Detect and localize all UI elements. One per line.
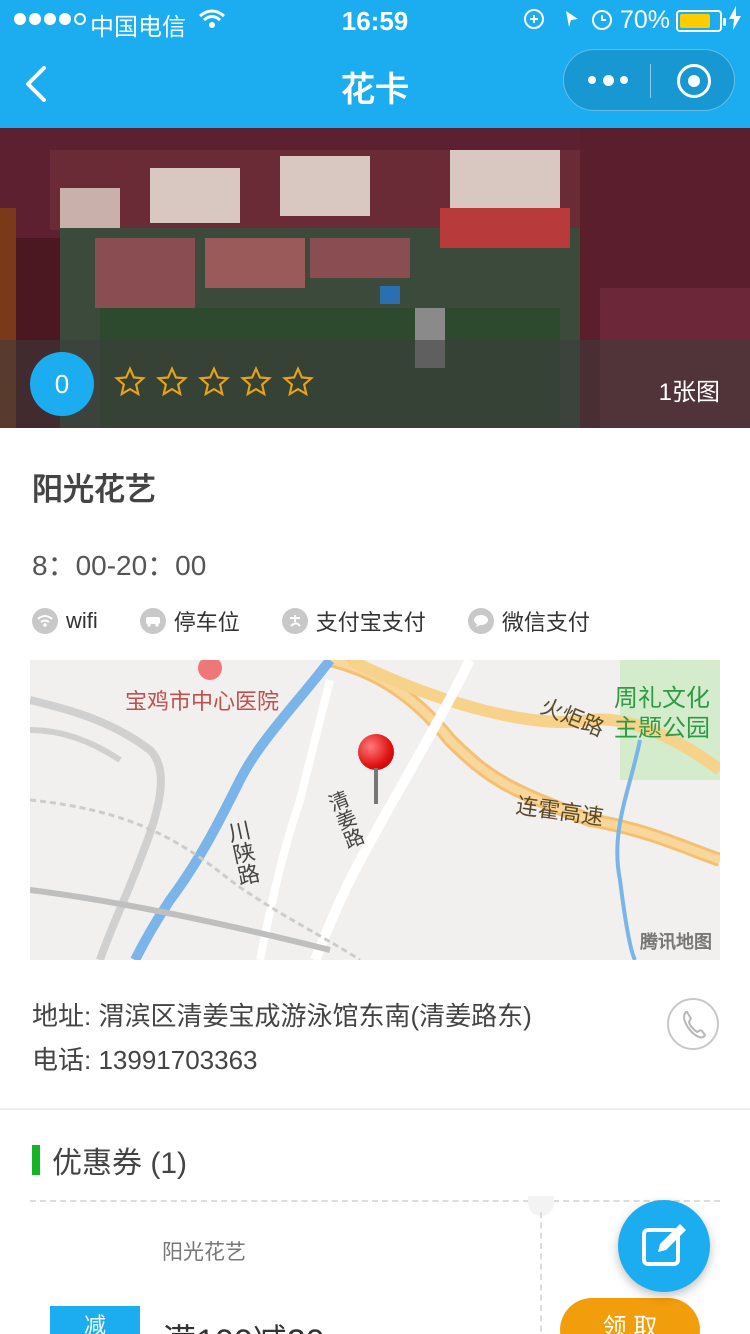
coupon-dashed-separator (540, 1212, 542, 1334)
map-label-hospital: 宝鸡市中心医院 (125, 689, 280, 714)
section-accent-bar (32, 1145, 40, 1175)
close-miniapp-button[interactable] (677, 64, 711, 98)
coupon-shop-name: 阳光花艺 (162, 1241, 246, 1264)
photo-count[interactable]: 1张图 (659, 372, 720, 407)
location-map[interactable]: 宝鸡市中心医院 周礼文化 主题公园 火炬路 连霍高速 川陕路 清姜路 腾讯地图 (30, 660, 720, 960)
parking-icon (139, 608, 166, 634)
facility-wifi: wifi (32, 608, 98, 634)
charging-icon (728, 6, 742, 36)
call-button[interactable] (667, 998, 719, 1050)
facility-label: 支付宝支付 (315, 610, 426, 635)
facility-label: 停车位 (173, 610, 240, 635)
location-pin-icon (358, 734, 394, 804)
facility-label: 微信支付 (501, 610, 590, 635)
facility-alipay: 支付宝支付 (281, 605, 426, 637)
shop-photo-banner[interactable]: 0 1张图 (0, 128, 750, 428)
alipay-icon (281, 608, 308, 634)
map-label-park: 周礼文化 主题公园 (614, 684, 710, 744)
top-bar: 中国电信 16:59 70% 花卡 (0, 0, 750, 128)
wifi-icon (32, 608, 58, 634)
map-provider-logo: 腾讯地图 (640, 932, 712, 952)
battery-icon (676, 10, 726, 32)
facility-list: wifi 停车位 支付宝支付 微信支付 (32, 604, 632, 638)
coupon-section-header: 优惠券 (1) (32, 1138, 187, 1182)
shop-name: 阳光花艺 (32, 472, 156, 507)
map-label-park-line2: 主题公园 (614, 715, 710, 742)
facility-wechat-pay: 微信支付 (467, 605, 590, 637)
wechat-pay-icon (467, 608, 494, 634)
battery-percent: 70% (620, 6, 671, 34)
more-options-button[interactable] (588, 70, 628, 90)
business-hours: 8：00-20：00 (32, 550, 207, 581)
miniapp-capsule (563, 49, 735, 111)
banner-info-overlay (0, 340, 750, 428)
map-label-park-line1: 周礼文化 (614, 685, 710, 712)
edit-icon (642, 1224, 686, 1266)
star-icon (156, 366, 188, 397)
shop-phone: 电话: 13991703363 (32, 1045, 258, 1075)
coupon-section-title: 优惠券 (1) (52, 1147, 187, 1180)
write-review-button[interactable] (618, 1200, 710, 1292)
star-icon (114, 366, 146, 397)
facility-label: wifi (66, 608, 98, 633)
star-icon (240, 366, 272, 397)
star-icon (198, 366, 230, 397)
coupon-dashed-border (30, 1200, 720, 1202)
claim-coupon-button[interactable]: 领 取 (560, 1298, 700, 1334)
capsule-divider (650, 64, 651, 98)
status-bar: 中国电信 16:59 70% (0, 0, 750, 41)
section-divider (0, 1108, 750, 1110)
coupon-type-tag: 减 (50, 1306, 140, 1334)
coupon-title: 满100减20 (162, 1314, 325, 1334)
status-icons (522, 7, 632, 37)
score-badge: 0 (30, 352, 94, 416)
star-icon (282, 366, 314, 397)
shop-address: 地址: 渭滨区清姜宝成游泳馆东南(清姜路东) (32, 1001, 532, 1031)
facility-parking: 停车位 (139, 605, 240, 637)
phone-icon (683, 1011, 707, 1039)
rating-stars (114, 366, 314, 398)
